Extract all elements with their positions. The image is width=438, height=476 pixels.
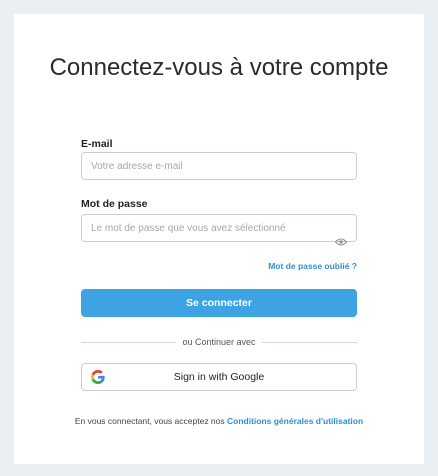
email-label: E-mail: [81, 138, 113, 150]
password-field[interactable]: [81, 214, 357, 242]
forgot-password-link[interactable]: Mot de passe oublié ?: [268, 261, 357, 271]
email-field[interactable]: [81, 152, 357, 180]
terms-text: En vous connectant, vous acceptez nos: [74, 416, 227, 426]
login-button[interactable]: Se connecter: [81, 289, 357, 317]
password-label: Mot de passe: [81, 198, 148, 210]
login-card: Connectez-vous à votre compte E-mail Mot…: [14, 14, 424, 464]
page-title: Connectez-vous à votre compte: [49, 54, 389, 81]
google-signin-label: Sign in with Google: [173, 371, 265, 383]
divider-text: ou Continuer avec: [182, 337, 256, 347]
terms-link[interactable]: Conditions générales d'utilisation: [227, 416, 363, 426]
eye-icon[interactable]: [334, 236, 348, 248]
divider-line-left: [81, 341, 177, 343]
divider-line-right: [261, 341, 358, 343]
divider: ou Continuer avec: [81, 336, 358, 348]
terms-notice: En vous connectant, vous acceptez nos Co…: [64, 414, 374, 428]
google-signin-button[interactable]: Sign in with Google: [81, 363, 357, 391]
